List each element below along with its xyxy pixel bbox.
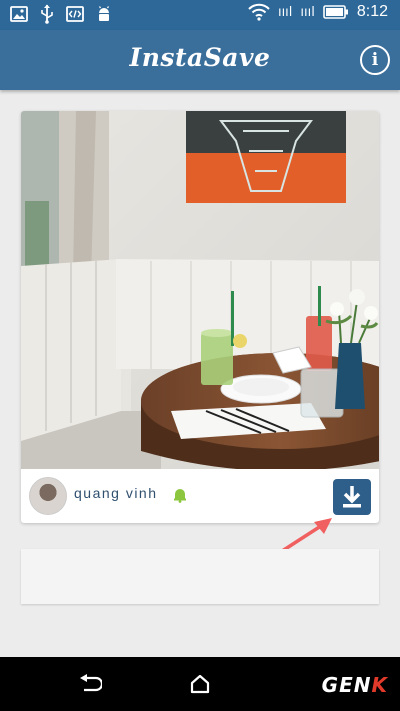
image-icon bbox=[10, 6, 28, 22]
usb-icon bbox=[41, 4, 53, 24]
home-icon[interactable] bbox=[189, 673, 211, 695]
code-icon bbox=[66, 6, 84, 22]
avatar[interactable] bbox=[29, 477, 67, 515]
post-card: quang vinh bbox=[21, 111, 379, 523]
bell-icon bbox=[174, 489, 186, 503]
wifi-icon bbox=[248, 3, 270, 21]
status-time: 8:12 bbox=[356, 3, 388, 20]
android-icon bbox=[99, 6, 109, 21]
navigation-bar: GENK bbox=[0, 657, 400, 711]
status-icons-left bbox=[10, 4, 112, 24]
download-button[interactable] bbox=[333, 479, 371, 515]
app-title: InstaSave bbox=[129, 43, 271, 72]
signal-strength-1: ıııl bbox=[277, 4, 293, 20]
back-icon[interactable] bbox=[78, 674, 102, 694]
status-icons-right: ıııl ıııl 8:12 bbox=[248, 3, 388, 21]
signal-strength-2: ıııl bbox=[300, 4, 315, 20]
username[interactable]: quang vinh bbox=[74, 485, 158, 501]
post-card-placeholder bbox=[21, 549, 379, 604]
app-bar: InstaSave i bbox=[0, 30, 400, 90]
status-bar: ıııl ıııl 8:12 bbox=[0, 0, 400, 30]
download-icon bbox=[343, 486, 361, 508]
info-button[interactable]: i bbox=[360, 45, 390, 75]
post-photo bbox=[21, 111, 379, 469]
genk-watermark: GENK bbox=[322, 673, 388, 697]
battery-icon bbox=[323, 5, 348, 19]
watermark-main: GEN bbox=[321, 673, 372, 697]
watermark-accent: K bbox=[371, 673, 388, 697]
